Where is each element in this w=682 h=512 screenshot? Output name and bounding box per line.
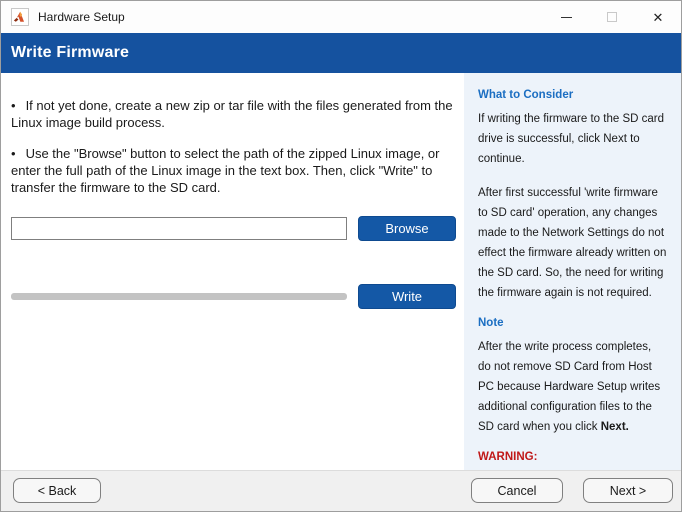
consider-paragraph-2: After first successful 'write firmware t… xyxy=(478,183,667,303)
cancel-button[interactable]: Cancel xyxy=(471,478,563,503)
note-bold-text: Next. xyxy=(601,421,629,433)
consider-heading: What to Consider xyxy=(478,89,667,101)
window-controls: ✕ xyxy=(543,1,681,33)
main-panel: If not yet done, create a new zip or tar… xyxy=(1,73,464,470)
window-title: Hardware Setup xyxy=(38,10,125,24)
help-sidebar: What to Consider If writing the firmware… xyxy=(464,73,681,470)
minimize-icon xyxy=(561,17,572,18)
instructions-list: If not yet done, create a new zip or tar… xyxy=(11,97,455,210)
page-title: Write Firmware xyxy=(11,44,129,62)
consider-paragraph-1: If writing the firmware to the SD card d… xyxy=(478,109,667,169)
back-button[interactable]: < Back xyxy=(13,478,101,503)
bullet-icon xyxy=(11,98,16,113)
hardware-setup-window: Hardware Setup ✕ Write Firmware If not y… xyxy=(0,0,682,512)
write-button[interactable]: Write xyxy=(358,284,456,309)
bullet-icon xyxy=(11,146,16,161)
titlebar: Hardware Setup ✕ xyxy=(1,1,681,33)
minimize-button[interactable] xyxy=(543,1,589,33)
warning-heading: WARNING: xyxy=(478,451,667,463)
note-paragraph: After the write process completes, do no… xyxy=(478,337,667,437)
write-progress-bar xyxy=(11,293,347,300)
matlab-logo-icon xyxy=(11,8,29,26)
firmware-path-input[interactable] xyxy=(11,217,347,240)
instruction-text: Use the "Browse" button to select the pa… xyxy=(11,146,439,195)
browse-button[interactable]: Browse xyxy=(358,216,456,241)
note-text: After the write process completes, do no… xyxy=(478,341,660,433)
note-heading: Note xyxy=(478,317,667,329)
next-button[interactable]: Next > xyxy=(583,478,673,503)
maximize-button[interactable] xyxy=(589,1,635,33)
page-header: Write Firmware xyxy=(1,33,681,73)
close-icon: ✕ xyxy=(653,11,664,24)
footer-bar: < Back Cancel Next > xyxy=(1,470,681,511)
content-area: If not yet done, create a new zip or tar… xyxy=(1,73,681,470)
close-button[interactable]: ✕ xyxy=(635,1,681,33)
instruction-text: If not yet done, create a new zip or tar… xyxy=(11,98,453,130)
instruction-item: If not yet done, create a new zip or tar… xyxy=(11,97,455,131)
instruction-item: Use the "Browse" button to select the pa… xyxy=(11,145,455,196)
maximize-icon xyxy=(607,12,617,22)
